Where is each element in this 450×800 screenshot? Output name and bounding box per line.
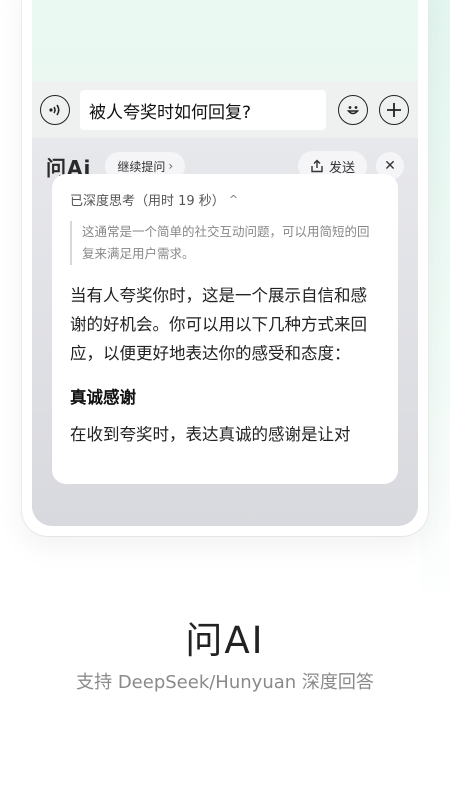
thinking-status-text: 已深度思考（用时 19 秒） [70, 194, 225, 209]
send-label: 发送 [328, 160, 355, 176]
voice-input-icon[interactable] [40, 95, 70, 125]
chevron-up-icon: ^ [228, 193, 239, 206]
close-icon: ✕ [384, 158, 396, 174]
input-bar: 被人夸奖时如何回复? [32, 82, 418, 138]
section-heading: 真诚感谢 [70, 388, 136, 407]
caption-title: 问AI [185, 619, 265, 662]
ai-answer-panel: 问Ai 继续提问 › 发送 ✕ 已深度思考（用时 19 秒） ^ 这通常是一个简… [32, 138, 418, 526]
chat-area [32, 0, 418, 82]
share-upload-icon [311, 159, 323, 173]
caption-subtitle: 支持 DeepSeek/Hunyuan 深度回答 [76, 672, 374, 693]
answer-intro: 当有人夸奖你时，这是一个展示自信和感谢的好机会。你可以用以下几种方式来回应，以便… [70, 286, 367, 363]
thinking-status[interactable]: 已深度思考（用时 19 秒） ^ [70, 190, 380, 209]
follow-up-label: 继续提问 [117, 159, 166, 174]
message-input[interactable]: 被人夸奖时如何回复? [80, 90, 326, 130]
section-text: 在收到夸奖时，表达真诚的感谢是让对 [70, 425, 351, 444]
plus-icon[interactable] [379, 95, 409, 125]
emoji-icon[interactable] [338, 95, 368, 125]
chevron-right-icon: › [168, 159, 174, 173]
answer-card: 已深度思考（用时 19 秒） ^ 这通常是一个简单的社交互动问题，可以用简短的回… [52, 174, 398, 484]
phone-screen: 被人夸奖时如何回复? 问Ai 继续提问 › 发送 ✕ 已深度思考（用时 19 秒… [22, 0, 428, 536]
thinking-note: 这通常是一个简单的社交互动问题，可以用简短的回复来满足用户需求。 [70, 221, 380, 265]
